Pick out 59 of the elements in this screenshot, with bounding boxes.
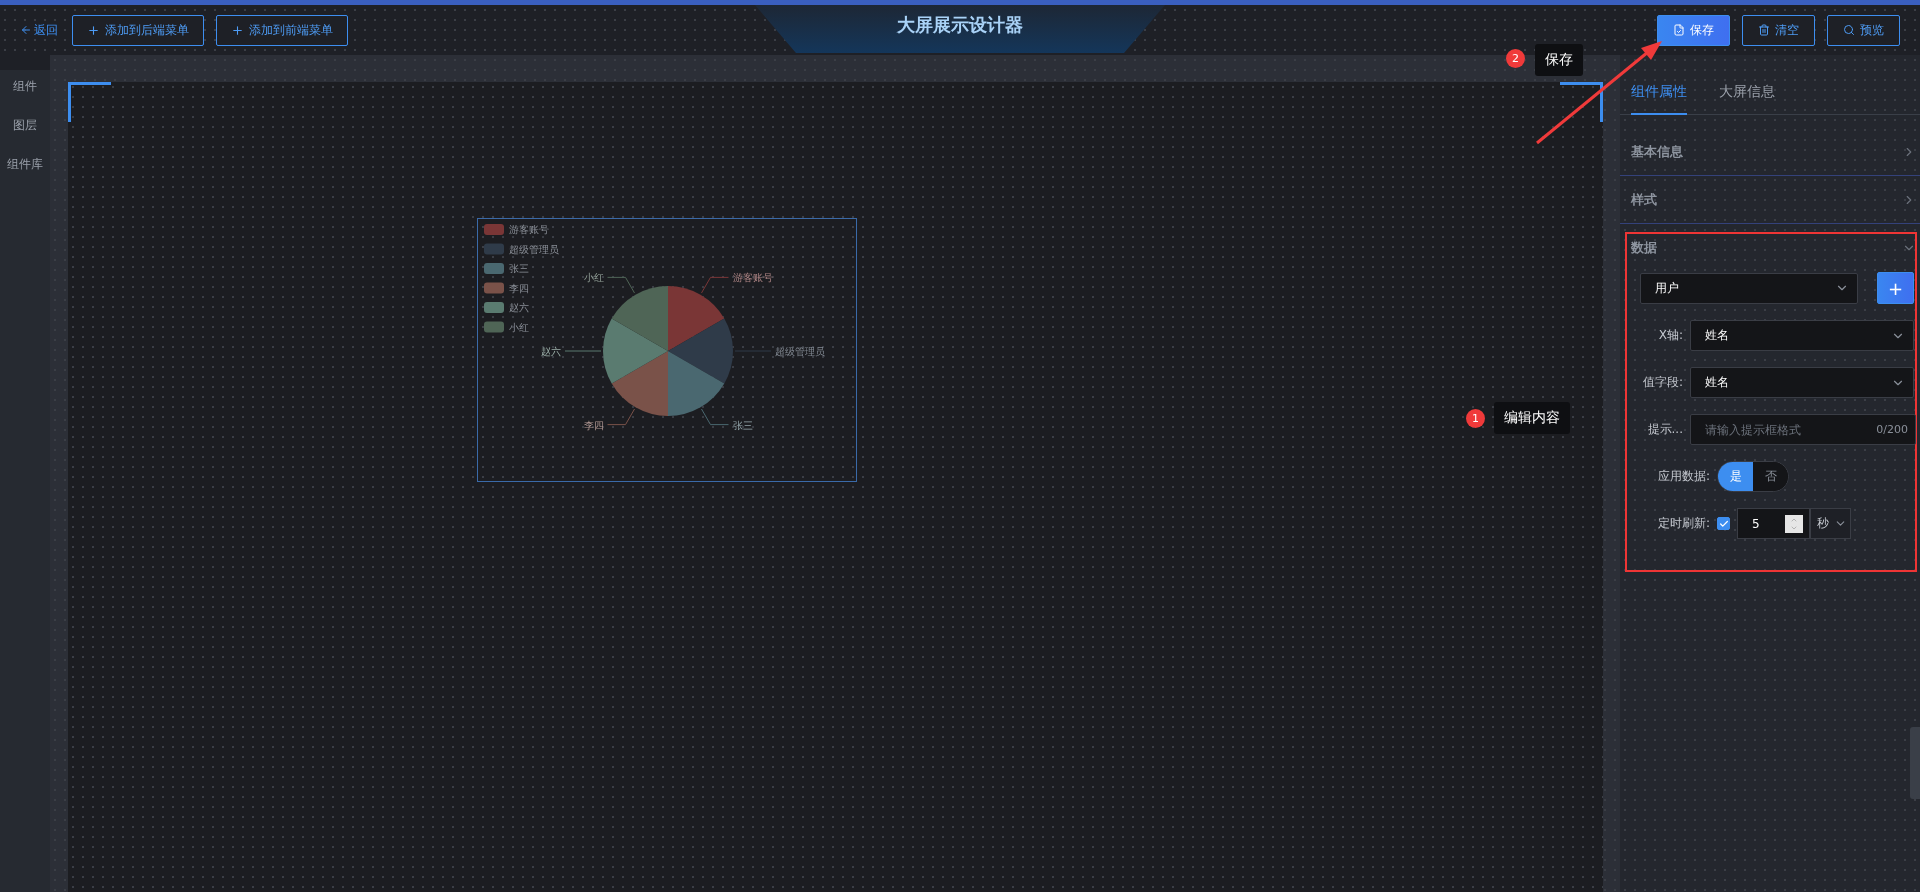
leader-line xyxy=(701,276,729,294)
field-label: 定时刷新: xyxy=(1656,515,1710,532)
slice-label: 小红 xyxy=(583,272,604,284)
corner-marker xyxy=(1560,82,1603,122)
field-select[interactable]: 姓名 xyxy=(1690,367,1914,398)
save-button[interactable]: 保存 xyxy=(1657,14,1730,46)
corner-marker xyxy=(68,82,111,122)
toggle-option[interactable]: 是 xyxy=(1718,462,1753,491)
field-select[interactable]: 姓名 xyxy=(1690,320,1914,351)
slice-label: 赵六 xyxy=(541,346,561,357)
trash-icon xyxy=(1758,24,1770,36)
legend-label: 小红 xyxy=(509,321,529,333)
refresh-checkbox[interactable] xyxy=(1717,517,1730,530)
section-header[interactable]: 基本信息 xyxy=(1620,128,1920,176)
panel-tab[interactable]: 大屏信息 xyxy=(1719,70,1775,115)
side-handle[interactable] xyxy=(1910,727,1920,799)
field-label: 值字段: xyxy=(1641,374,1683,391)
back-link[interactable]: 返回 xyxy=(20,21,58,39)
plus-icon xyxy=(231,23,244,37)
file-check-icon xyxy=(1673,24,1685,36)
page-title: 大屏展示设计器 xyxy=(897,13,1023,37)
legend-label: 赵六 xyxy=(509,302,529,313)
add-button[interactable]: + xyxy=(1877,272,1914,304)
legend-label: 超级管理员 xyxy=(509,243,559,255)
search-icon xyxy=(1843,24,1855,36)
annotation-label: 编辑内容 xyxy=(1494,402,1570,434)
plus-icon xyxy=(87,23,100,37)
slice-label: 游客账号 xyxy=(732,272,773,284)
legend-label: 李四 xyxy=(509,282,529,294)
preview-button[interactable]: 预览 xyxy=(1827,14,1900,46)
add-menu-button[interactable]: 添加到前端菜单 xyxy=(216,14,348,46)
field-label: 应用数据: xyxy=(1656,468,1710,485)
leader-line xyxy=(607,408,635,426)
legend-label: 游客账号 xyxy=(509,224,549,235)
legend-label: 张三 xyxy=(509,263,529,274)
char-counter: 0/200 xyxy=(1876,423,1908,436)
arrow-left-icon xyxy=(20,24,32,36)
sidebar-item[interactable]: 组件库 xyxy=(7,156,43,173)
field-label: X轴: xyxy=(1657,327,1683,344)
unit-select[interactable]: 秒 xyxy=(1810,508,1851,539)
sidebar-item[interactable]: 组件 xyxy=(13,78,37,95)
clear-button[interactable]: 清空 xyxy=(1742,14,1815,46)
leader-line xyxy=(564,350,602,352)
section-header[interactable]: 数据 xyxy=(1620,224,1920,272)
chart-widget[interactable]: 游客账号 超级管理员 张三 李四 赵六 小红 小红 游客账号 赵六 超级管理员 李四 张三 xyxy=(477,218,857,482)
data-source-select[interactable]: 用户 xyxy=(1640,272,1858,304)
panel-tab[interactable]: 组件属性 xyxy=(1631,70,1687,115)
spinner-icon[interactable] xyxy=(1785,514,1803,533)
slice-label: 张三 xyxy=(732,419,753,431)
sidebar-item[interactable]: 图层 xyxy=(13,117,37,134)
section-header[interactable]: 样式 xyxy=(1620,176,1920,224)
add-menu-button[interactable]: 添加到后端菜单 xyxy=(72,14,204,46)
slice-label: 超级管理员 xyxy=(775,346,825,357)
interval-field[interactable]: 5 xyxy=(1737,508,1810,539)
annotation-label: 保存 xyxy=(1535,44,1583,76)
field-label: 提示... xyxy=(1646,421,1683,438)
leader-line xyxy=(701,408,729,426)
leader-line xyxy=(607,276,635,294)
slice-label: 李四 xyxy=(583,419,604,431)
